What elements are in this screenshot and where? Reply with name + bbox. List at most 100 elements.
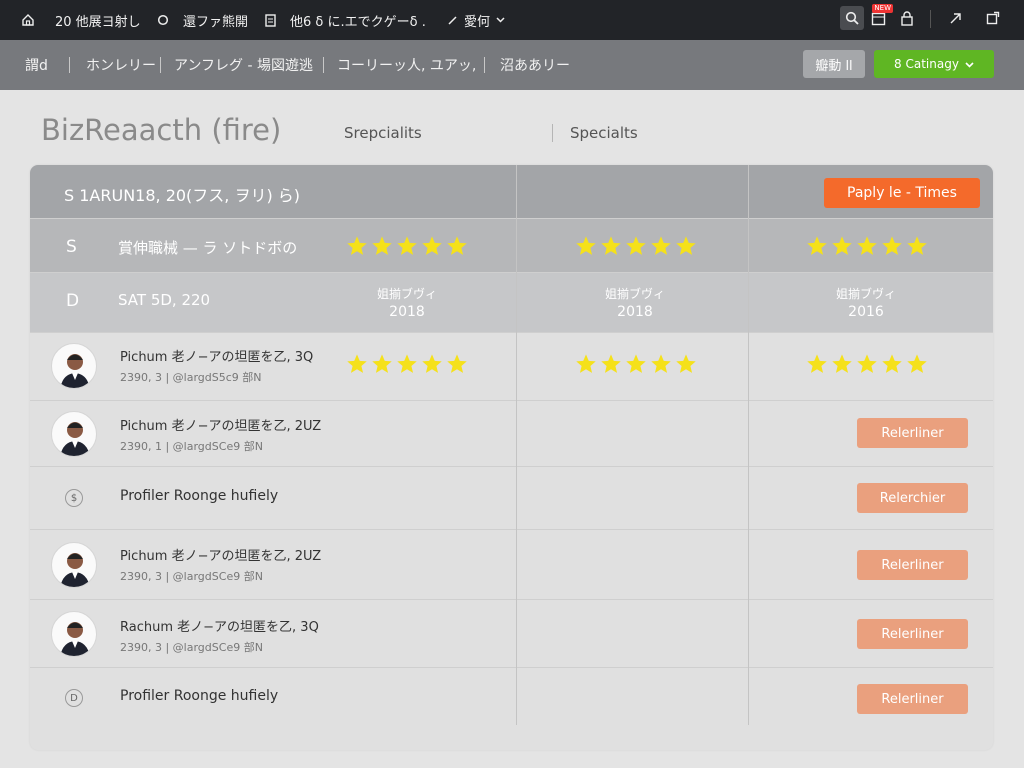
star-icon [882,354,902,373]
nav-item-5[interactable]: 沼ああリー [500,40,570,90]
column-label: 姐揃ブヴィ [376,287,437,301]
table-row[interactable]: Pichum 老ノ−アの坦匿を乙, 2UZ 2390, 1 | @largdSC… [30,401,993,467]
star-icon [907,236,927,255]
apply-button[interactable]: Paply le - Times [824,178,980,208]
nav-divider [323,57,324,73]
nav-item-1[interactable]: 謂d [25,40,48,90]
profile-link[interactable]: Profiler Roonge hufiely [120,488,278,504]
topbar-item-3-label: 他6 δ に.エでクゲーδ . [290,14,426,30]
column-year: 2018 [389,304,425,320]
star-icon [347,354,367,373]
person-meta: 2390, 1 | @largdSCe9 部N [120,440,263,453]
avatar [51,411,97,457]
topbar-menu-dropdown[interactable]: 愛何 [447,0,505,40]
results-table: S 1ARUN18, 20(フス, ヲリ) ら) Paply le - Time… [30,165,993,750]
star-rating [575,235,697,257]
home-link[interactable]: 20 他展ヨ射し [21,0,141,40]
nav-divider [160,57,161,73]
star-icon [626,354,646,373]
table-title: S 1ARUN18, 20(フス, ヲリ) ら) [64,186,301,205]
star-icon [807,236,827,255]
star-icon [576,354,596,373]
star-icon [907,354,927,373]
star-icon [832,236,852,255]
rating-header-row: S 賞伸職械 — ラ ソトドボの [30,219,993,273]
nav-item-3[interactable]: アンフレグ - 場図遊逃 [174,40,313,90]
person-name[interactable]: Pichum 老ノ−アの坦匿を乙, 2UZ [120,545,321,564]
star-icon [447,354,467,373]
refer-button[interactable]: Relerliner [857,418,968,448]
refer-button-label: Relerliner [881,691,944,707]
secondary-button[interactable]: 瓣動 ll [803,50,865,78]
refer-button[interactable]: Relerchier [857,483,968,513]
star-icon [626,236,646,255]
topbar-item-3[interactable]: 他6 δ に.エでクゲーδ . [265,0,426,40]
nav-item-2[interactable]: ホンレリー [86,40,156,90]
refer-button[interactable]: Relerliner [857,550,968,580]
star-rating [346,353,468,375]
tab-specialists-1[interactable]: Srepcialits [344,124,422,142]
nav-bar: 謂d ホンレリー アンフレグ - 場図遊逃 コーリーッ人, ユアッ, 沼ああリー… [0,40,1024,90]
rating-header-label: 賞伸職械 — ラ ソトドボの [118,239,298,257]
person-name[interactable]: Pichum 老ノ−アの坦匿を乙, 2UZ [120,415,321,434]
star-icon [676,236,696,255]
lock-icon [900,10,914,26]
chevron-down-icon [496,17,505,23]
nav-divider [484,57,485,73]
table-row[interactable]: Pichum 老ノ−アの坦匿を乙, 2UZ 2390, 3 | @largdSC… [30,530,993,600]
nav-item-4[interactable]: コーリーッ人, ユアッ, [337,40,476,90]
expand-button[interactable] [943,6,967,30]
star-icon [422,236,442,255]
avatar [51,542,97,588]
star-icon [576,236,596,255]
date-label: SAT 5D, 220 [118,291,211,309]
avatar [51,611,97,657]
tab-specialists-2[interactable]: Specialts [570,124,638,142]
table-row[interactable]: D Profiler Roonge hufiely Relerliner [30,668,993,730]
star-icon [601,354,621,373]
table-row[interactable]: $ Profiler Roonge hufiely Relerchier [30,467,993,530]
topbar-item-2[interactable]: 還ファ熊開 [157,0,248,40]
star-icon [397,354,417,373]
top-bar: 20 他展ヨ射し 還ファ熊開 他6 δ に.エでクゲーδ . 愛何 NEW [0,0,1024,40]
brand-title: BizReaacth (fire) [41,113,282,147]
topbar-divider [930,10,931,28]
star-icon [676,354,696,373]
star-icon [347,236,367,255]
star-icon [857,354,877,373]
currency-icon: $ [65,489,83,507]
chevron-down-icon [965,57,974,71]
lock-button[interactable] [895,6,919,30]
star-icon [832,354,852,373]
star-rating [806,353,928,375]
notifications-button[interactable]: NEW [866,4,893,30]
topbar-item-2-label: 還ファ熊開 [183,14,249,30]
secondary-button-label: 瓣動 ll [815,58,853,74]
table-row[interactable]: Rachum 老ノ−アの坦匿を乙, 3Q 2390, 3 | @largdSCe… [30,600,993,668]
column-year: 2018 [617,304,653,320]
refer-button[interactable]: Relerliner [857,619,968,649]
profile-link[interactable]: Profiler Roonge hufiely [120,688,278,704]
row-letter: D [66,291,80,311]
star-icon [397,236,417,255]
person-name[interactable]: Rachum 老ノ−アの坦匿を乙, 3Q [120,616,319,635]
refer-button[interactable]: Relerliner [857,684,968,714]
column-divider [516,165,517,725]
person-name[interactable]: Pichum 老ノ−アの坦匿を乙, 3Q [120,346,313,365]
external-link-button[interactable] [981,6,1005,30]
person-meta: 2390, 3 | @largdSCe9 部N [120,570,263,583]
column-year: 2016 [848,304,884,320]
star-rating [575,353,697,375]
category-dropdown[interactable]: 8 Catinagy [874,50,994,78]
search-icon [845,11,859,25]
table-row[interactable]: Pichum 老ノ−アの坦匿を乙, 3Q 2390, 3 | @largdS5c… [30,333,993,401]
refer-button-label: Relerliner [881,425,944,441]
star-rating [806,235,928,257]
star-icon [447,236,467,255]
star-rating [346,235,468,257]
row-letter: S [66,237,77,257]
profile-icon: D [65,689,83,707]
search-button[interactable] [840,6,864,30]
table-header-row: S 1ARUN18, 20(フス, ヲリ) ら) Paply le - Time… [30,165,993,219]
year-header-row: D SAT 5D, 220 姐揃ブヴィ 2018 姐揃ブヴィ 2018 姐揃ブヴ… [30,273,993,333]
